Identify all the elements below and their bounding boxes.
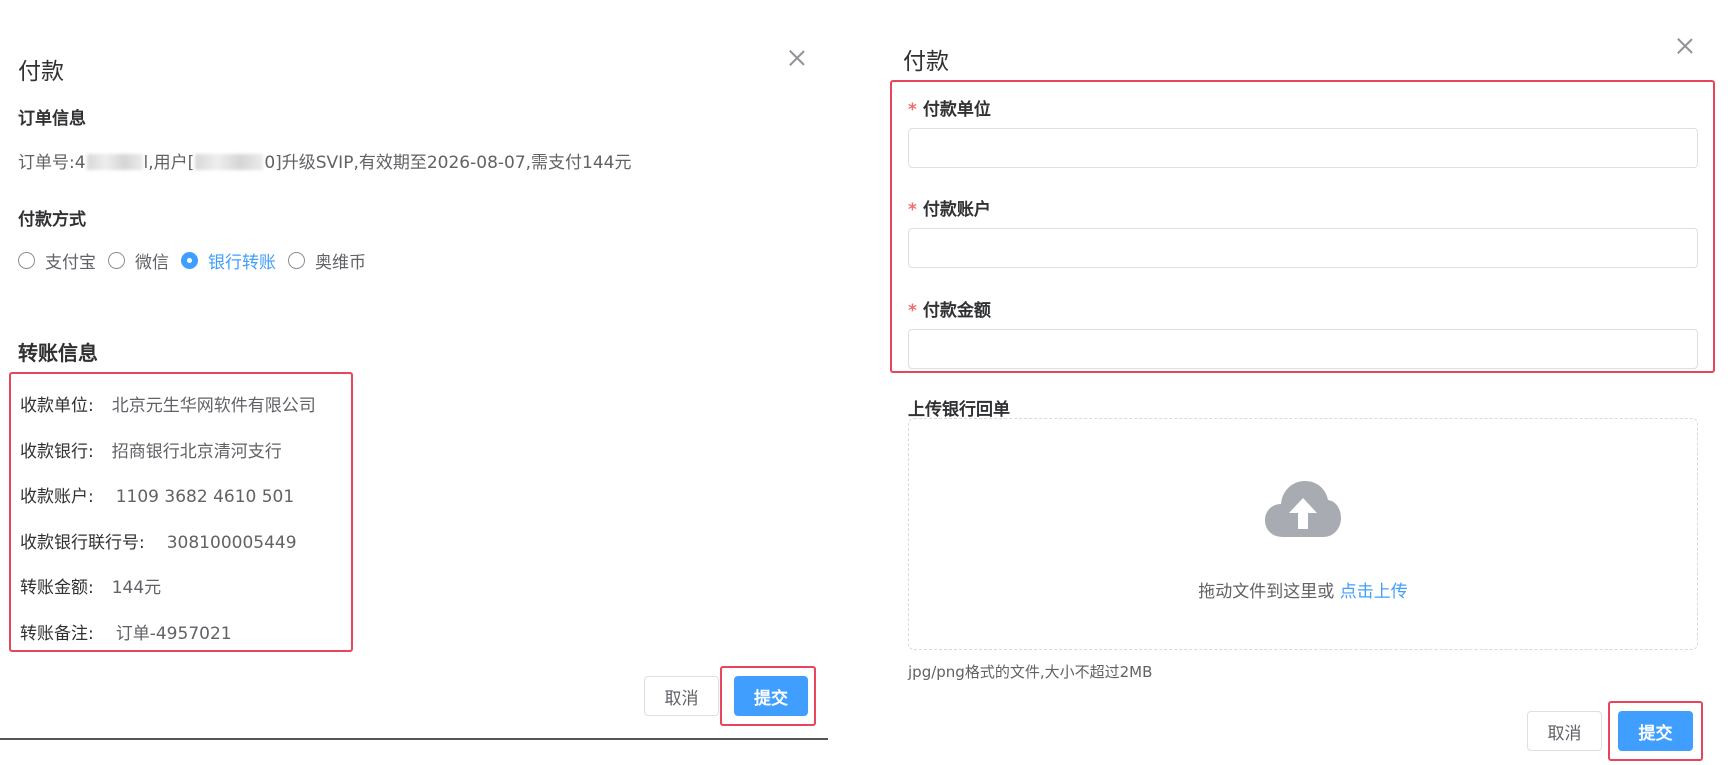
radio-ovi-coin[interactable]: 奥维币: [288, 248, 366, 273]
payer-unit-label: * 付款单位: [908, 100, 991, 120]
click-upload-link[interactable]: 点击上传: [1340, 582, 1408, 602]
payment-amount-input[interactable]: [908, 329, 1698, 369]
dialog-title: 付款: [18, 59, 64, 85]
payment-amount-label: * 付款金额: [908, 301, 991, 321]
close-icon[interactable]: [1674, 35, 1696, 57]
upload-receipt-label: 上传银行回单: [908, 400, 1010, 420]
radio-circle-icon: [108, 252, 125, 269]
transfer-info-title: 转账信息: [18, 341, 98, 365]
radio-circle-icon: [288, 252, 305, 269]
payment-dialog-left: 付款 订单信息 订单号:4 l,用户[0]升级SVIP,有效期至2026-08-0…: [0, 0, 828, 765]
redacted-order-id: [86, 154, 143, 170]
transfer-row-payee: 收款单位: 北京元生华网软件有限公司: [20, 396, 316, 416]
required-mark: *: [908, 301, 917, 321]
upload-dropzone[interactable]: 拖动文件到这里或 点击上传: [908, 418, 1698, 650]
upload-hint: jpg/png格式的文件,大小不超过2MB: [908, 663, 1153, 681]
radio-circle-icon: [18, 252, 35, 269]
order-info-text: 订单号:4 l,用户[0]升级SVIP,有效期至2026-08-07,需支付144…: [18, 153, 632, 173]
radio-bank-transfer[interactable]: 银行转账: [181, 248, 276, 273]
transfer-row-amount: 转账金额: 144元: [20, 578, 162, 598]
dialog-title: 付款: [903, 49, 949, 75]
cancel-button[interactable]: 取消: [644, 676, 719, 716]
radio-checked-icon: [181, 252, 198, 269]
submit-button[interactable]: 提交: [1618, 711, 1693, 751]
required-mark: *: [908, 100, 917, 120]
payment-dialog-right: 付款 * 付款单位 * 付款账户 * 付款金额 上传银行回单 拖动文件到这里或 点击上…: [880, 0, 1733, 765]
payer-account-label: * 付款账户: [908, 200, 991, 220]
submit-button[interactable]: 提交: [734, 676, 808, 716]
order-info-label: 订单信息: [18, 109, 86, 129]
cloud-upload-icon: [1265, 481, 1341, 537]
close-icon[interactable]: [786, 47, 808, 69]
payment-method-label: 付款方式: [18, 210, 86, 230]
payment-method-radio-group: 支付宝 微信 银行转账 奥维币: [18, 248, 378, 273]
payer-account-input[interactable]: [908, 228, 1698, 268]
transfer-row-bank-code: 收款银行联行号: 308100005449: [20, 533, 297, 553]
transfer-row-bank: 收款银行: 招商银行北京清河支行: [20, 442, 282, 462]
transfer-row-remark: 转账备注: 订单-4957021: [20, 624, 232, 644]
payer-unit-input[interactable]: [908, 128, 1698, 168]
upload-instruction: 拖动文件到这里或 点击上传: [1198, 582, 1408, 602]
radio-alipay[interactable]: 支付宝: [18, 248, 96, 273]
required-mark: *: [908, 200, 917, 220]
radio-wechat[interactable]: 微信: [108, 248, 169, 273]
transfer-row-account: 收款账户: 1109 3682 4610 501: [20, 487, 295, 507]
cancel-button[interactable]: 取消: [1527, 711, 1602, 751]
dialog-bottom-border: [0, 738, 828, 740]
redacted-username: [195, 154, 264, 170]
